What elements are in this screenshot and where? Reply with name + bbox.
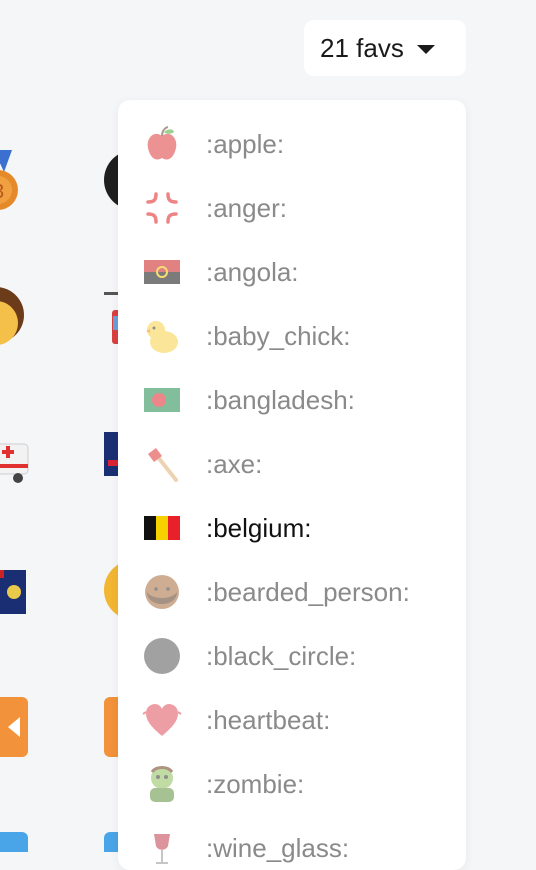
menu-item-label: :belgium: — [206, 512, 312, 543]
menu-item-label: :black_circle: — [206, 640, 357, 671]
train-icon[interactable] — [104, 292, 118, 344]
flag-icon[interactable] — [104, 432, 118, 476]
svg-text:3: 3 — [0, 181, 4, 203]
menu-item-label: :angola: — [206, 256, 299, 287]
flag-belgium-icon — [142, 508, 182, 548]
axe-icon — [142, 444, 182, 484]
menu-item-angola[interactable]: :angola: — [118, 240, 466, 304]
menu-item-label: :bearded_person: — [206, 576, 410, 607]
menu-item-wine-glass[interactable]: :wine_glass: — [118, 816, 466, 870]
menu-item-label: :anger: — [206, 192, 287, 223]
menu-item-apple[interactable]: :apple: — [118, 112, 466, 176]
ambulance-icon[interactable] — [0, 440, 30, 484]
blue-square-icon[interactable] — [104, 832, 118, 852]
flag-icon[interactable] — [0, 570, 26, 614]
flag-bangladesh-icon — [142, 380, 182, 420]
menu-item-label: :heartbeat: — [206, 704, 331, 735]
menu-item-axe[interactable]: :axe: — [118, 432, 466, 496]
baby-chick-icon — [142, 316, 182, 356]
blue-square-icon[interactable] — [0, 832, 28, 852]
black-ball-icon[interactable] — [104, 150, 118, 210]
menu-item-heartbeat[interactable]: :heartbeat: — [118, 688, 466, 752]
bearded-person-icon — [142, 572, 182, 612]
favs-dropdown-menu: :apple: :anger: :angola: :baby_chick: :b… — [118, 100, 466, 870]
menu-item-label: :zombie: — [206, 768, 305, 799]
menu-item-label: :axe: — [206, 448, 263, 479]
menu-item-label: :bangladesh: — [206, 384, 355, 415]
menu-item-anger[interactable]: :anger: — [118, 176, 466, 240]
favs-dropdown-button[interactable]: 21 favs — [304, 20, 466, 76]
medal-icon[interactable]: 3 — [0, 150, 20, 212]
person-face-icon[interactable] — [0, 285, 26, 349]
zombie-icon — [142, 764, 182, 804]
caret-down-icon — [416, 44, 435, 54]
menu-item-label: :apple: — [206, 128, 285, 159]
heartbeat-icon — [142, 700, 182, 740]
menu-item-zombie[interactable]: :zombie: — [118, 752, 466, 816]
menu-item-bangladesh[interactable]: :bangladesh: — [118, 368, 466, 432]
smiley-face-icon[interactable] — [104, 560, 118, 620]
menu-item-belgium[interactable]: :belgium: — [118, 496, 466, 560]
flag-angola-icon — [142, 252, 182, 292]
anger-icon — [142, 188, 182, 228]
menu-item-bearded-person[interactable]: :bearded_person: — [118, 560, 466, 624]
favs-count-label: 21 favs — [320, 32, 404, 63]
menu-item-label: :baby_chick: — [206, 320, 351, 351]
menu-item-black-circle[interactable]: :black_circle: — [118, 624, 466, 688]
menu-item-label: :wine_glass: — [206, 832, 350, 863]
apple-icon — [142, 124, 182, 164]
rewind-button-icon[interactable] — [0, 697, 28, 757]
black-circle-icon — [142, 636, 182, 676]
wine-glass-icon — [142, 828, 182, 868]
orange-square-icon[interactable] — [104, 697, 118, 757]
menu-item-baby-chick[interactable]: :baby_chick: — [118, 304, 466, 368]
